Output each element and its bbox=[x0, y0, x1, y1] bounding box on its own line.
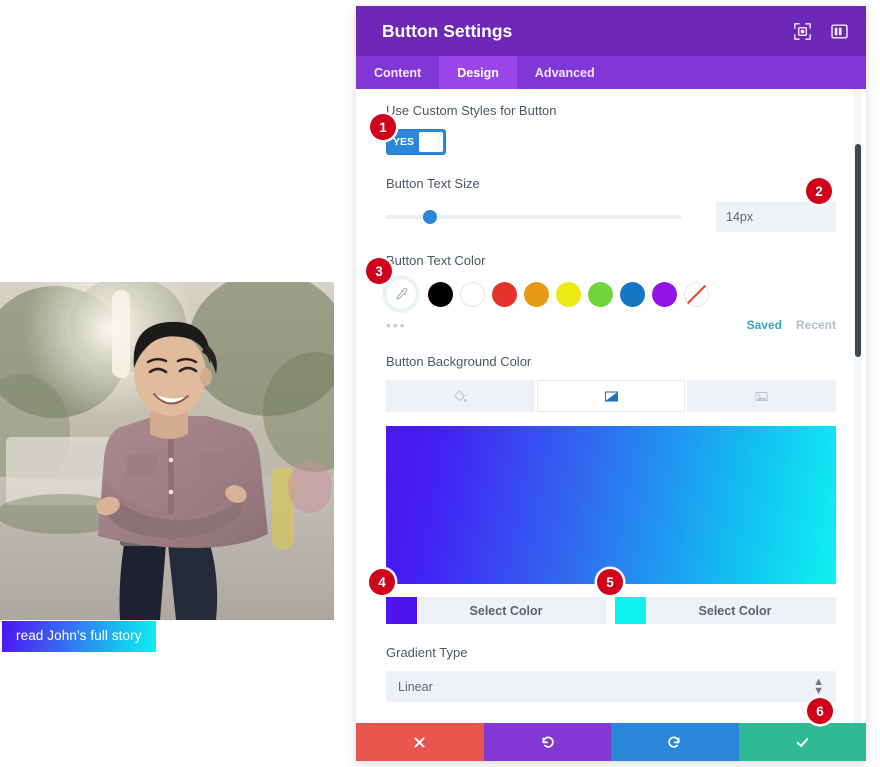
bg-type-image[interactable] bbox=[687, 380, 836, 412]
read-full-story-button[interactable]: read John's full story bbox=[2, 621, 156, 652]
gradient-type-value: Linear bbox=[398, 680, 813, 694]
modal-title: Button Settings bbox=[382, 21, 794, 42]
swatch-orange[interactable] bbox=[524, 282, 549, 307]
modal-tabs: Content Design Advanced bbox=[356, 56, 866, 89]
settings-scrollbar[interactable] bbox=[854, 89, 862, 723]
modal-body: Use Custom Styles for Button YES Button … bbox=[356, 89, 866, 723]
hero-photo bbox=[0, 282, 334, 620]
swatch-white[interactable] bbox=[460, 282, 485, 307]
button-settings-modal: Button Settings Content Design Advanced bbox=[356, 6, 866, 761]
swatch-green[interactable] bbox=[588, 282, 613, 307]
undo-icon bbox=[540, 735, 555, 750]
bg-type-solid[interactable] bbox=[386, 380, 535, 412]
photo-illustration bbox=[0, 282, 334, 620]
header-icon-group bbox=[794, 23, 848, 40]
gradient-stop-2[interactable]: Select Color bbox=[615, 597, 836, 624]
gradient-type-label: Gradient Type bbox=[386, 645, 836, 660]
callout-badge-3: 3 bbox=[366, 258, 392, 284]
scrollbar-thumb[interactable] bbox=[855, 144, 861, 357]
settings-scroll-area: Use Custom Styles for Button YES Button … bbox=[356, 89, 866, 723]
custom-styles-group: Use Custom Styles for Button YES bbox=[386, 103, 836, 155]
redo-icon bbox=[667, 735, 682, 750]
focus-target-icon[interactable] bbox=[794, 23, 811, 40]
text-color-group: Button Text Color bbox=[386, 253, 836, 333]
tab-advanced[interactable]: Advanced bbox=[517, 56, 613, 89]
text-size-input[interactable] bbox=[716, 202, 836, 232]
callout-badge-2: 2 bbox=[806, 178, 832, 204]
text-size-slider[interactable] bbox=[386, 206, 682, 228]
eyedropper-glyph bbox=[394, 287, 409, 302]
toggle-value-label: YES bbox=[393, 136, 414, 148]
swatch-purple[interactable] bbox=[652, 282, 677, 307]
chevron-updown-icon: ▲▼ bbox=[813, 678, 824, 696]
gradient-icon bbox=[604, 389, 619, 404]
swatch-blue[interactable] bbox=[620, 282, 645, 307]
saved-colors-link[interactable]: Saved bbox=[747, 318, 782, 332]
page-preview: read John's full story bbox=[0, 0, 356, 767]
text-size-label: Button Text Size bbox=[386, 176, 836, 191]
gradient-stop-1-label: Select Color bbox=[417, 604, 607, 618]
custom-styles-toggle[interactable]: YES bbox=[386, 129, 446, 155]
swatch-transparent[interactable] bbox=[684, 282, 709, 307]
gradient-stop-2-label: Select Color bbox=[646, 604, 836, 618]
layout-panel-icon[interactable] bbox=[831, 23, 848, 40]
callout-badge-1: 1 bbox=[370, 114, 396, 140]
text-color-swatch-row bbox=[386, 279, 836, 309]
gradient-stop-1-swatch[interactable] bbox=[386, 597, 417, 624]
gradient-type-select[interactable]: Linear ▲▼ bbox=[386, 671, 836, 702]
save-button[interactable] bbox=[739, 723, 867, 761]
undo-button[interactable] bbox=[484, 723, 612, 761]
cancel-button[interactable] bbox=[356, 723, 484, 761]
swatch-yellow[interactable] bbox=[556, 282, 581, 307]
gradient-stop-2-swatch[interactable] bbox=[615, 597, 646, 624]
callout-badge-5: 5 bbox=[597, 569, 623, 595]
tab-content[interactable]: Content bbox=[356, 56, 439, 89]
text-size-group: Button Text Size bbox=[386, 176, 836, 232]
text-color-label: Button Text Color bbox=[386, 253, 836, 268]
screen: read John's full story Button Settings C… bbox=[0, 0, 880, 767]
modal-header: Button Settings bbox=[356, 6, 866, 56]
swatch-red[interactable] bbox=[492, 282, 517, 307]
redo-button[interactable] bbox=[611, 723, 739, 761]
image-icon bbox=[754, 389, 769, 404]
check-icon bbox=[795, 735, 810, 750]
color-meta-row: ••• Saved Recent bbox=[386, 317, 836, 333]
eyedropper-icon[interactable] bbox=[386, 279, 416, 309]
gradient-type-group: Gradient Type Linear ▲▼ bbox=[386, 645, 836, 702]
text-size-row bbox=[386, 202, 836, 232]
gradient-stop-1[interactable]: Select Color bbox=[386, 597, 607, 624]
bg-type-gradient[interactable] bbox=[537, 380, 686, 412]
background-type-tabs bbox=[386, 380, 836, 412]
callout-badge-6: 6 bbox=[807, 698, 833, 724]
slider-thumb[interactable] bbox=[423, 210, 437, 224]
more-colors-button[interactable]: ••• bbox=[386, 317, 747, 333]
recent-colors-link[interactable]: Recent bbox=[796, 318, 836, 332]
solid-fill-icon bbox=[453, 389, 468, 404]
callout-badge-4: 4 bbox=[369, 569, 395, 595]
tab-design[interactable]: Design bbox=[439, 56, 517, 89]
custom-styles-label: Use Custom Styles for Button bbox=[386, 103, 836, 118]
close-icon bbox=[412, 735, 427, 750]
gradient-preview bbox=[386, 426, 836, 584]
background-color-label: Button Background Color bbox=[386, 354, 836, 369]
gradient-stops-row: Select Color Select Color bbox=[386, 597, 836, 624]
modal-footer bbox=[356, 723, 866, 761]
swatch-black[interactable] bbox=[428, 282, 453, 307]
toggle-knob bbox=[419, 132, 443, 152]
